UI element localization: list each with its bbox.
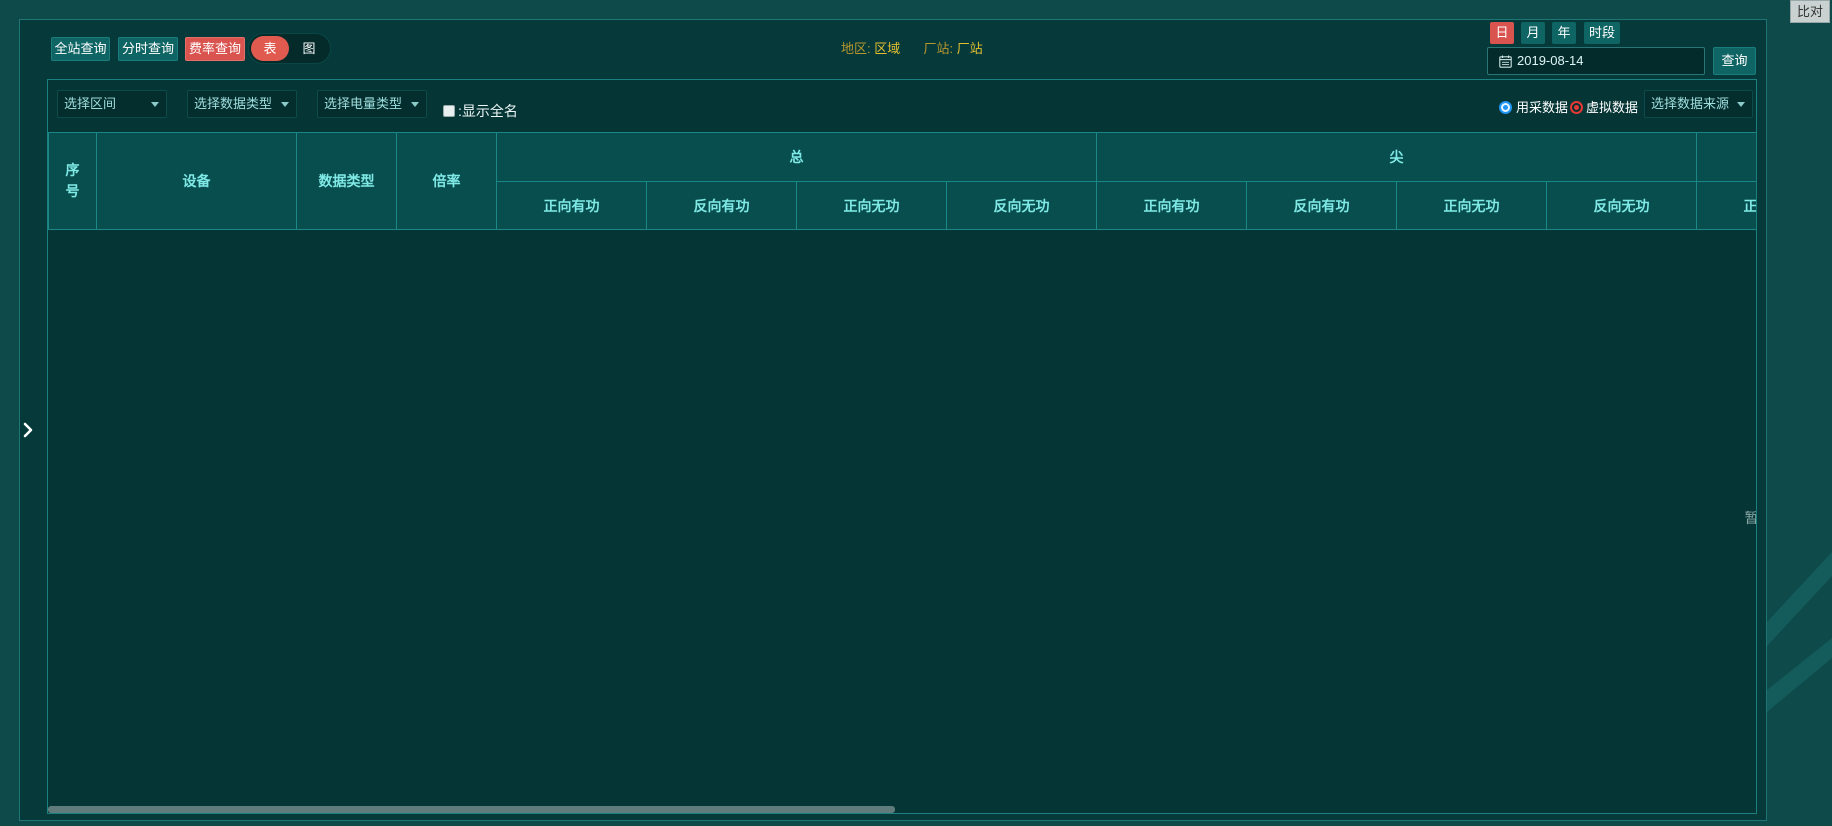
chevron-right-icon[interactable] bbox=[20, 421, 36, 439]
caret-down-icon bbox=[151, 102, 159, 107]
chart-view-option[interactable]: 图 bbox=[291, 36, 327, 61]
column-header-ratio: 倍率 bbox=[396, 132, 497, 230]
data-source-select[interactable]: 选择数据来源 bbox=[1644, 90, 1753, 118]
period-tab-time-range[interactable]: 时段 bbox=[1584, 22, 1620, 44]
column-header-label: 设备 bbox=[182, 173, 211, 189]
period-tab-month[interactable]: 月 bbox=[1521, 22, 1545, 44]
energy-type-select-placeholder: 选择电量类型 bbox=[324, 96, 403, 111]
query-button[interactable]: 查询 bbox=[1713, 47, 1756, 75]
group-header: 尖 bbox=[1096, 132, 1697, 182]
virtual-data-label[interactable]: 虚拟数据 bbox=[1586, 99, 1638, 116]
caret-down-icon bbox=[411, 102, 419, 107]
station-label: 厂站: bbox=[923, 41, 954, 56]
subcolumn-header: 反向有功 bbox=[646, 181, 797, 230]
data-type-select-placeholder: 选择数据类型 bbox=[194, 96, 273, 111]
caret-down-icon bbox=[1737, 102, 1745, 107]
subcolumn-header: 正向无功 bbox=[796, 181, 947, 230]
scrollbar-thumb[interactable] bbox=[48, 806, 895, 813]
station-value: 厂站 bbox=[956, 41, 983, 56]
data-table: 序号 设备 数据类型 倍率总尖正向有功 反向有功 正向无功 反向无功 正向有功 反向有功 正向无功… bbox=[48, 132, 1756, 806]
empty-state-text: 暂无数据 bbox=[1744, 510, 1757, 527]
interval-select[interactable]: 选择区间 bbox=[57, 90, 167, 118]
subcolumn-header: 正向有功 bbox=[496, 181, 647, 230]
column-header-seq: 序号 bbox=[48, 132, 97, 230]
date-value: 2019-08-14 bbox=[1517, 53, 1584, 68]
time-period-query-button[interactable]: 分时查询 bbox=[118, 37, 178, 61]
compare-button[interactable]: 比对 bbox=[1790, 0, 1830, 23]
all-station-query-button[interactable]: 全站查询 bbox=[51, 37, 110, 61]
data-type-select[interactable]: 选择数据类型 bbox=[187, 90, 297, 118]
energy-type-select[interactable]: 选择电量类型 bbox=[317, 90, 427, 118]
table-viewport[interactable]: 序号 设备 数据类型 倍率总尖正向有功 反向有功 正向无功 反向无功 正向有功 反向有功 正向无功… bbox=[48, 132, 1756, 806]
column-header-label: 倍率 bbox=[432, 173, 461, 189]
subcolumn-header: 正向无功 bbox=[1396, 181, 1547, 230]
empty-row: 暂无数据 bbox=[49, 230, 1757, 807]
virtual-data-radio[interactable] bbox=[1570, 101, 1583, 114]
empty-cell: 暂无数据 bbox=[49, 230, 1757, 807]
horizontal-scrollbar[interactable] bbox=[48, 806, 1756, 813]
subcolumn-header: 正向有功 bbox=[1096, 181, 1247, 230]
rate-query-button[interactable]: 费率查询 bbox=[185, 37, 245, 61]
background-decoration bbox=[1767, 552, 1832, 712]
show-full-name-label[interactable]: :显示全名 bbox=[458, 102, 518, 120]
calendar-icon bbox=[1499, 55, 1512, 68]
view-toggle: 表 图 bbox=[248, 33, 331, 64]
caret-down-icon bbox=[281, 102, 289, 107]
period-tab-year[interactable]: 年 bbox=[1552, 22, 1576, 44]
collected-data-label[interactable]: 用采数据 bbox=[1516, 99, 1568, 116]
subcolumn-header: 反向无功 bbox=[1546, 181, 1697, 230]
interval-select-placeholder: 选择区间 bbox=[64, 96, 117, 111]
column-header-data-type: 数据类型 bbox=[296, 132, 397, 230]
show-full-name-checkbox[interactable] bbox=[443, 105, 455, 117]
header-row-groups: 序号 设备 数据类型 倍率 总尖 bbox=[48, 132, 1756, 230]
group-header bbox=[1696, 132, 1756, 182]
column-header-device: 设备 bbox=[96, 132, 297, 230]
column-header-label: 序号 bbox=[65, 162, 80, 199]
period-tab-day[interactable]: 日 bbox=[1490, 22, 1514, 44]
group-header: 总 bbox=[496, 132, 1097, 182]
table-view-option[interactable]: 表 bbox=[251, 36, 289, 61]
date-picker-input[interactable]: 2019-08-14 bbox=[1487, 47, 1705, 75]
subcolumn-header: 正向有功 bbox=[1696, 181, 1756, 230]
region-label: 地区: bbox=[841, 41, 871, 56]
subcolumn-header: 反向有功 bbox=[1246, 181, 1397, 230]
subcolumn-header: 反向无功 bbox=[946, 181, 1097, 230]
location-info: 地区: 区域 厂站: 厂站 bbox=[841, 40, 983, 58]
collected-data-radio[interactable] bbox=[1499, 101, 1512, 114]
data-source-select-placeholder: 选择数据来源 bbox=[1651, 96, 1730, 111]
column-header-label: 数据类型 bbox=[318, 173, 375, 189]
region-value: 区域 bbox=[874, 41, 901, 56]
